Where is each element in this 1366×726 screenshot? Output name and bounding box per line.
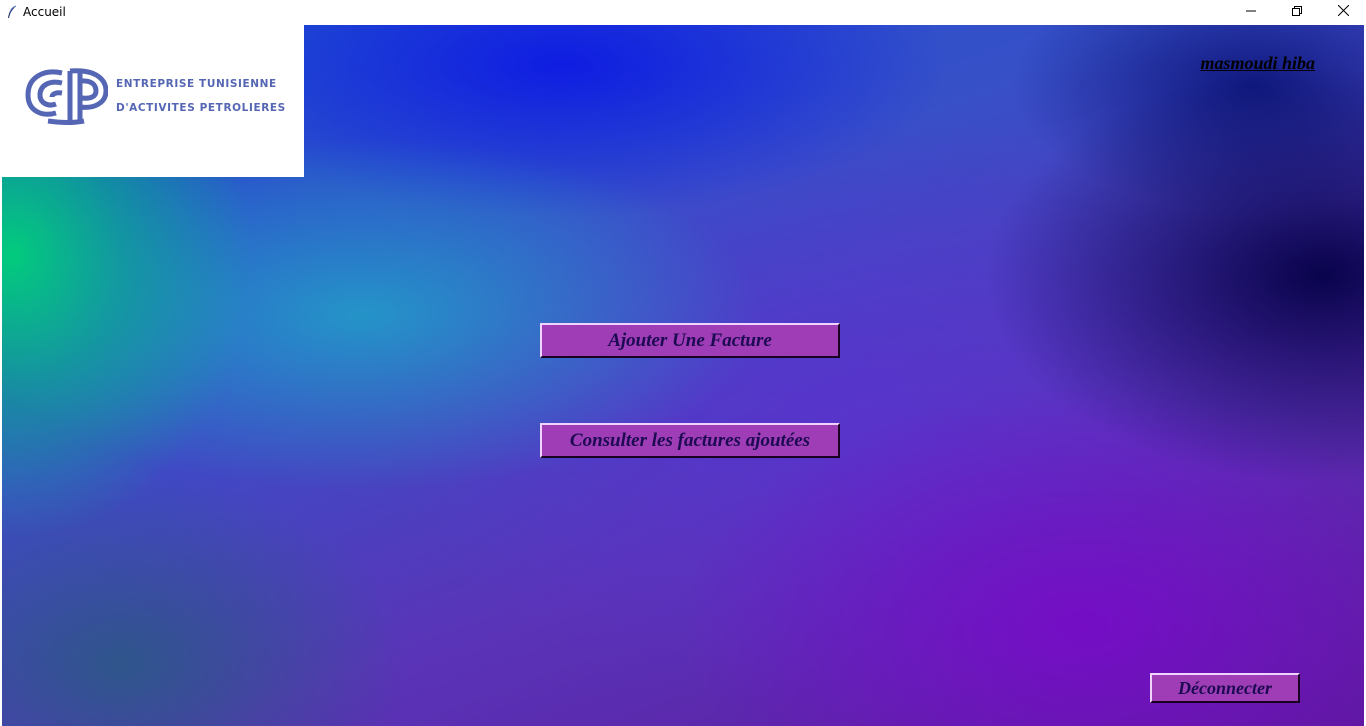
- company-logo-mark: [25, 68, 108, 125]
- maximize-button[interactable]: [1274, 0, 1320, 24]
- window-title: Accueil: [23, 5, 66, 19]
- restore-icon: [1292, 3, 1302, 21]
- logo-text-line2: D'ACTIVITES PETROLIERES: [116, 102, 286, 114]
- close-icon: [1337, 3, 1349, 21]
- logout-button[interactable]: Déconnecter: [1150, 673, 1300, 703]
- user-name-label: masmoudi hiba: [1200, 53, 1315, 73]
- company-logo: ENTREPRISE TUNISIENNE D'ACTIVITES PETROL…: [2, 25, 304, 177]
- close-button[interactable]: [1320, 0, 1366, 24]
- logo-text-line1: ENTREPRISE TUNISIENNE: [116, 78, 277, 90]
- window-controls: [1228, 0, 1366, 24]
- main-content: ENTREPRISE TUNISIENNE D'ACTIVITES PETROL…: [2, 25, 1364, 726]
- add-invoice-button[interactable]: Ajouter Une Facture: [540, 323, 840, 358]
- consult-invoices-button[interactable]: Consulter les factures ajoutées: [540, 423, 840, 458]
- minimize-button[interactable]: [1228, 0, 1274, 24]
- minimize-icon: [1246, 3, 1256, 21]
- title-bar[interactable]: Accueil: [0, 0, 1366, 24]
- app-window: Accueil ENTREPRISE TUNISIENNE D'ACTIVITE…: [0, 0, 1366, 726]
- feather-icon: [4, 4, 20, 20]
